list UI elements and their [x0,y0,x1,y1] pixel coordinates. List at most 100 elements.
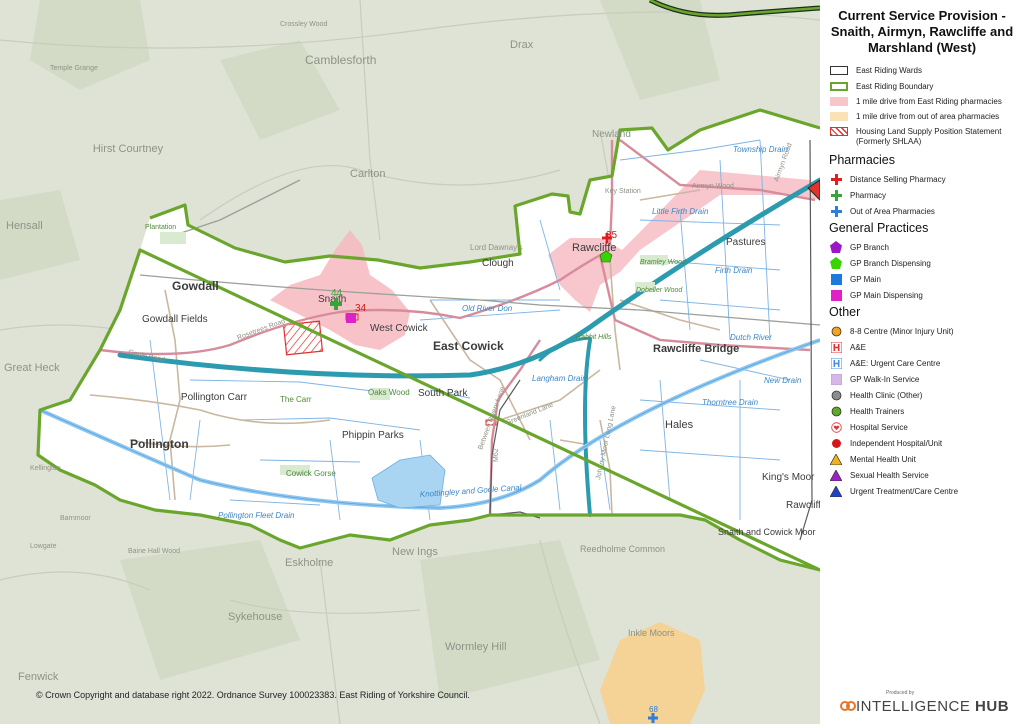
road-airmyn-wood: Airmyn Wood [692,183,734,190]
legend-panel: Current Service Provision - Snaith, Airm… [820,0,1024,724]
red-hatch-icon [830,127,848,136]
legend-gp-main-disp: GP Main Dispensing [830,289,923,301]
legend-orange: 1 mile drive from out of area pharmacies [830,112,999,121]
legend-sexual: Sexual Health Service [830,469,929,481]
legend-hospital: Hospital Service [830,421,908,433]
pharmacies-heading: Pharmacies [829,153,895,167]
place-new-ings: New Ings [392,546,438,558]
place-wormley-hill: Wormley Hill [445,641,507,653]
loc-gowdall-fields: Gowdall Fields [142,314,208,325]
loc-pastures: Pastures [726,237,765,248]
pink-fill-icon [830,97,848,106]
town-west-cowick: West Cowick [370,323,429,334]
pharmacy-snaith-id: 44 [331,288,343,299]
hub-logo-icon [840,701,856,711]
legend-trainers: Health Trainers [830,405,904,417]
green-boundary-icon [830,82,848,91]
legend-mental: Mental Health Unit [830,453,916,465]
wood-plantation: Plantation [145,224,176,231]
legend-clinic: Health Clinic (Other) [830,389,922,401]
place-crossley-wood: Crossley Wood [280,21,327,28]
water-pollington-fleet: Pollington Fleet Drain [218,511,295,520]
brand-suffix: HUB [975,698,1010,715]
place-kellington: Kellington [30,465,61,472]
produced-by-label: Produced by [886,690,915,696]
loc-kings-moor: King's Moor [762,472,815,483]
town-rawcliffe: Rawcliffe [572,242,616,254]
town-pollington: Pollington [130,437,189,451]
blue-cross-icon [830,205,842,217]
legend-pink: 1 mile drive from East Riding pharmacies [830,97,1002,106]
place-hirst: Hirst Courtney [93,143,164,155]
water-dutch-river: Dutch River [730,333,772,342]
legend-distance-selling: Distance Selling Pharmacy [830,173,946,185]
map-canvas[interactable]: Camblesforth Drax Hirst Courtney Carlton… [0,0,820,724]
place-camblesforth: Camblesforth [305,53,376,67]
place-newland: Newland [592,129,631,140]
water-thorntree: Thorntree Drain [702,398,759,407]
loc-pollington-carr: Pollington Carr [181,392,248,403]
intelligence-hub-logo: Produced by INTELLIGENCE HUB [840,690,1020,720]
legend-ae-ucc: A&E: Urgent Care Centre [830,357,940,369]
place-drax: Drax [510,39,534,51]
place-barnmoor: Barnmoor [60,515,91,522]
town-rawcliffe-bridge: Rawcliffe Bridge [653,343,739,355]
legend-boundary: East Riding Boundary [830,82,933,91]
road-m62: M62 [493,448,500,462]
wood-rabbit-hills: Rabbit Hills [576,334,612,341]
water-new-drain: New Drain [764,376,802,385]
legend-ward: East Riding Wards [830,66,922,75]
orange-triangle-icon [830,453,842,465]
lilac-square-icon [830,373,842,385]
place-fenwick: Fenwick [18,671,59,683]
gp-main-dispensing-marker[interactable] [346,313,356,323]
place-baine-hall: Baine Hall Wood [128,548,180,555]
green-cross-icon [830,189,842,201]
blue-triangle-icon [830,485,842,497]
loc-oaks-wood: Oaks Wood [368,388,410,397]
grey-circle-icon [830,389,842,401]
key-station: Key Station [605,188,641,195]
town-gowdall: Gowdall [172,279,219,293]
loc-hales: Hales [665,419,694,431]
gp-main-dispensing-id: 34 [355,303,367,314]
loc-lord-dawnays: Lord Dawnay's [470,243,523,252]
place-reedholme: Reedholme Common [580,544,665,554]
copyright-notice: © Crown Copyright and database right 202… [36,690,470,700]
water-little-firth: Little Firth Drain [652,207,709,216]
orange-fill-icon [830,112,848,121]
red-circle-icon [830,437,842,449]
water-firth-drain: Firth Drain [715,266,753,275]
brand-prefix: INTELLIGENCE [856,698,971,715]
legend-walkin: GP Walk-In Service [830,373,919,385]
pharmacy-rawcliffe-id: 35 [606,230,618,241]
loc-phippin-parks: Phippin Parks [342,430,404,441]
red-h-square-icon [830,341,842,353]
ward-outline-icon [830,66,848,75]
place-sykehouse: Sykehouse [228,611,282,623]
place-carlton: Carlton [350,168,385,180]
orange-circle-icon [830,325,842,337]
blue-square-icon [830,273,842,285]
loc-snaith-cowick-moor: Snaith and Cowick Moor [718,527,816,537]
legend-shlaa: Housing Land Supply Position Statement (… [830,127,1016,147]
legend-gp-branch-disp: GP Branch Dispensing [830,257,931,269]
legend-ae: A&E [830,341,866,353]
place-eskholme: Eskholme [285,557,333,569]
loc-the-carr: The Carr [280,395,312,404]
water-old-river-don: Old River Don [462,304,513,313]
magenta-square-icon [830,289,842,301]
place-temple-grange: Temple Grange [50,65,98,72]
map-title: Current Service Provision - Snaith, Airm… [830,8,1014,55]
legend-utc: Urgent Treatment/Care Centre [830,485,958,497]
purple-triangle-icon [830,469,842,481]
town-east-cowick: East Cowick [433,339,504,353]
blue-h-square-icon [830,357,842,369]
other-heading: Other [829,305,861,319]
place-inkle-moors: Inkle Moors [628,628,675,638]
out-of-area-pharmacy-id: 68 [649,705,658,714]
legend-pharmacy: Pharmacy [830,189,886,201]
gp-heading: General Practices [829,221,929,235]
place-hensall: Hensall [6,220,43,232]
red-cross-icon [830,173,842,185]
